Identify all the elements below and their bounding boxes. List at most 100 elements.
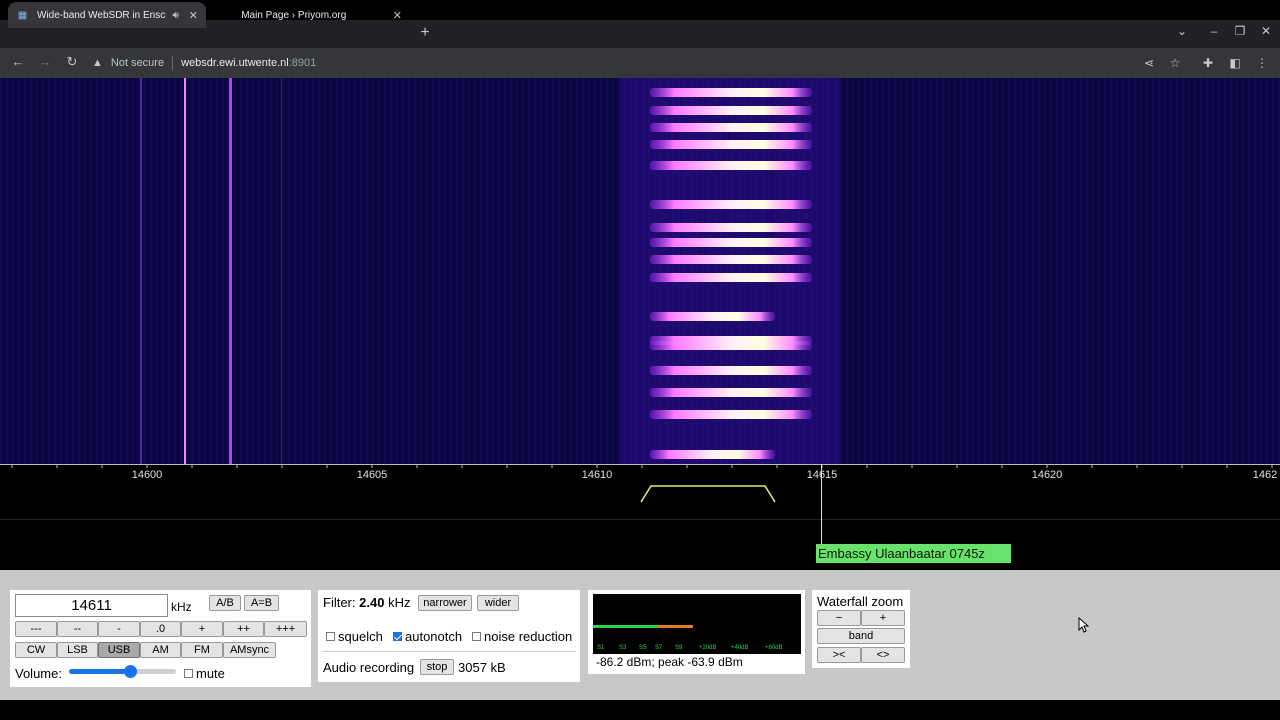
signal-band [650,255,812,264]
step-plus2-button[interactable]: ++ [223,621,264,637]
passband-indicator [640,485,776,503]
smeter-scale-label: S9 [675,645,683,651]
mute-checkbox-box[interactable] [184,669,193,679]
extensions-icon[interactable]: ✚ [1199,54,1217,72]
step-minus3-button[interactable]: --- [15,621,57,637]
zoom-band-button[interactable]: band [817,628,905,644]
signal-band [650,106,812,115]
smeter-scale-label: +60dB [765,645,783,651]
back-icon[interactable]: ← [9,53,27,71]
restore-icon[interactable]: ❐ [1230,24,1250,38]
recording-size: 3057 kB [458,660,506,675]
frequency-input[interactable]: 14611 [15,594,168,617]
scale-tick-label: 14610 [581,469,613,481]
address-bar[interactable]: ▲ Not secure websdr.ewi.utwente.nl:8901 [92,52,316,74]
address-separator [172,56,174,70]
smeter-scale-label: S7 [655,645,663,651]
squelch-checkbox-box[interactable] [326,632,335,642]
narrower-button[interactable]: narrower [418,595,472,611]
mode-amsync-button[interactable]: AMsync [223,642,276,658]
station-label[interactable]: Embassy Ulaanbaatar 0745z [816,544,1011,563]
noise-reduction-checkbox-box[interactable] [472,632,481,642]
filter-divider [323,651,576,652]
mode-fm-button[interactable]: FM [181,642,223,658]
volume-slider-fill [69,669,130,674]
bookmark-star-icon[interactable]: ☆ [1166,54,1184,72]
smeter-reading: -86.2 dBm; peak -63.9 dBm [596,655,743,669]
share-icon[interactable]: ⋖ [1140,54,1158,72]
tab-search-icon[interactable]: ⌄ [1172,24,1192,38]
new-tab-icon[interactable]: + [416,24,434,42]
smeter-scale-label: S5 [639,645,647,651]
signal-band [650,161,812,170]
reload-icon[interactable]: ↻ [63,53,81,71]
wider-button[interactable]: wider [477,595,519,611]
zoom-out-button[interactable]: − [817,610,861,626]
zoom-in-button[interactable]: + [861,610,905,626]
url-host: websdr.ewi.utwente.nl [181,57,289,69]
mode-am-button[interactable]: AM [140,642,181,658]
smeter-scale-label: S3 [619,645,627,651]
step-minus1-button[interactable]: - [98,621,140,637]
close-tab-icon[interactable]: ✕ [393,9,402,22]
tab-websdr[interactable]: ▦ Wide-band WebSDR in Ensche 🔊︎ ✕ [8,2,206,28]
signal-band [650,123,812,132]
stop-recording-button[interactable]: stop [420,659,454,675]
close-tab-icon[interactable]: ✕ [189,9,198,22]
volume-slider-knob[interactable] [123,665,137,678]
tab-priyom[interactable]: Main Page › Priyom.org ✕ [212,2,410,28]
signal-band [650,450,775,459]
autonotch-checkbox[interactable]: autonotch [393,629,462,644]
filter-unit: kHz [388,595,411,610]
smeter-scale-label: +20dB [699,645,717,651]
signal-band [650,140,812,149]
mode-usb-button[interactable]: USB [98,642,140,658]
waterfall-graphic [0,78,1280,464]
mute-checkbox[interactable]: mute [184,666,225,681]
scale-graphic [0,464,1280,520]
squelch-checkbox[interactable]: squelch [326,629,383,644]
noise-reduction-checkbox[interactable]: noise reduction [472,629,572,644]
signal-band [650,200,812,209]
smeter-scale-label: S1 [597,645,605,651]
url-port: :8901 [288,57,317,69]
waterfall-display[interactable] [0,78,1280,464]
a-equals-b-button[interactable]: A=B [244,595,279,611]
step-minus2-button[interactable]: -- [57,621,98,637]
ab-button[interactable]: A/B [209,595,241,611]
close-window-icon[interactable]: ✕ [1256,24,1276,38]
step-plus1-button[interactable]: + [181,621,223,637]
tab-title: Wide-band WebSDR in Ensche [37,9,167,21]
mode-cw-button[interactable]: CW [15,642,57,658]
bottom-letterbox [0,700,1280,720]
autonotch-checkbox-box[interactable] [393,632,402,642]
filter-label: Filter: 2.40 kHz [323,595,410,610]
signal-band [650,341,812,350]
signal-band [650,88,812,97]
menu-icon[interactable]: ⋮ [1253,54,1271,72]
mute-label: mute [196,666,225,681]
security-label: Not secure [110,57,165,69]
side-panel-icon[interactable]: ◧ [1226,54,1244,72]
minimize-icon[interactable]: – [1204,24,1224,38]
filter-label-text: Filter: [323,595,356,610]
smeter-display: S1 S3 S5 S7 S9 +20dB +40dB +60dB [593,594,801,654]
frequency-scale[interactable]: 14600 14605 14610 14615 14620 1462 [0,464,1280,570]
step-plus3-button[interactable]: +++ [264,621,307,637]
frequency-unit: kHz [171,600,192,614]
mode-lsb-button[interactable]: LSB [57,642,98,658]
scale-tick-label: 14605 [356,469,388,481]
audio-recording-label: Audio recording [323,660,415,675]
zoom-wide-button[interactable]: <> [861,647,905,663]
step-round-button[interactable]: .0 [140,621,181,637]
signal-band [650,273,812,282]
zoom-narrow-button[interactable]: >< [817,647,861,663]
signal-band [650,312,775,321]
forward-icon[interactable]: → [36,53,54,71]
volume-slider[interactable] [69,665,176,678]
websdr-favicon-icon: ▦ [17,9,28,21]
mouse-cursor-icon [1078,617,1090,633]
speaker-icon[interactable]: 🔊︎ [172,10,178,21]
squelch-label: squelch [338,629,383,644]
filter-value: 2.40 [359,595,385,610]
